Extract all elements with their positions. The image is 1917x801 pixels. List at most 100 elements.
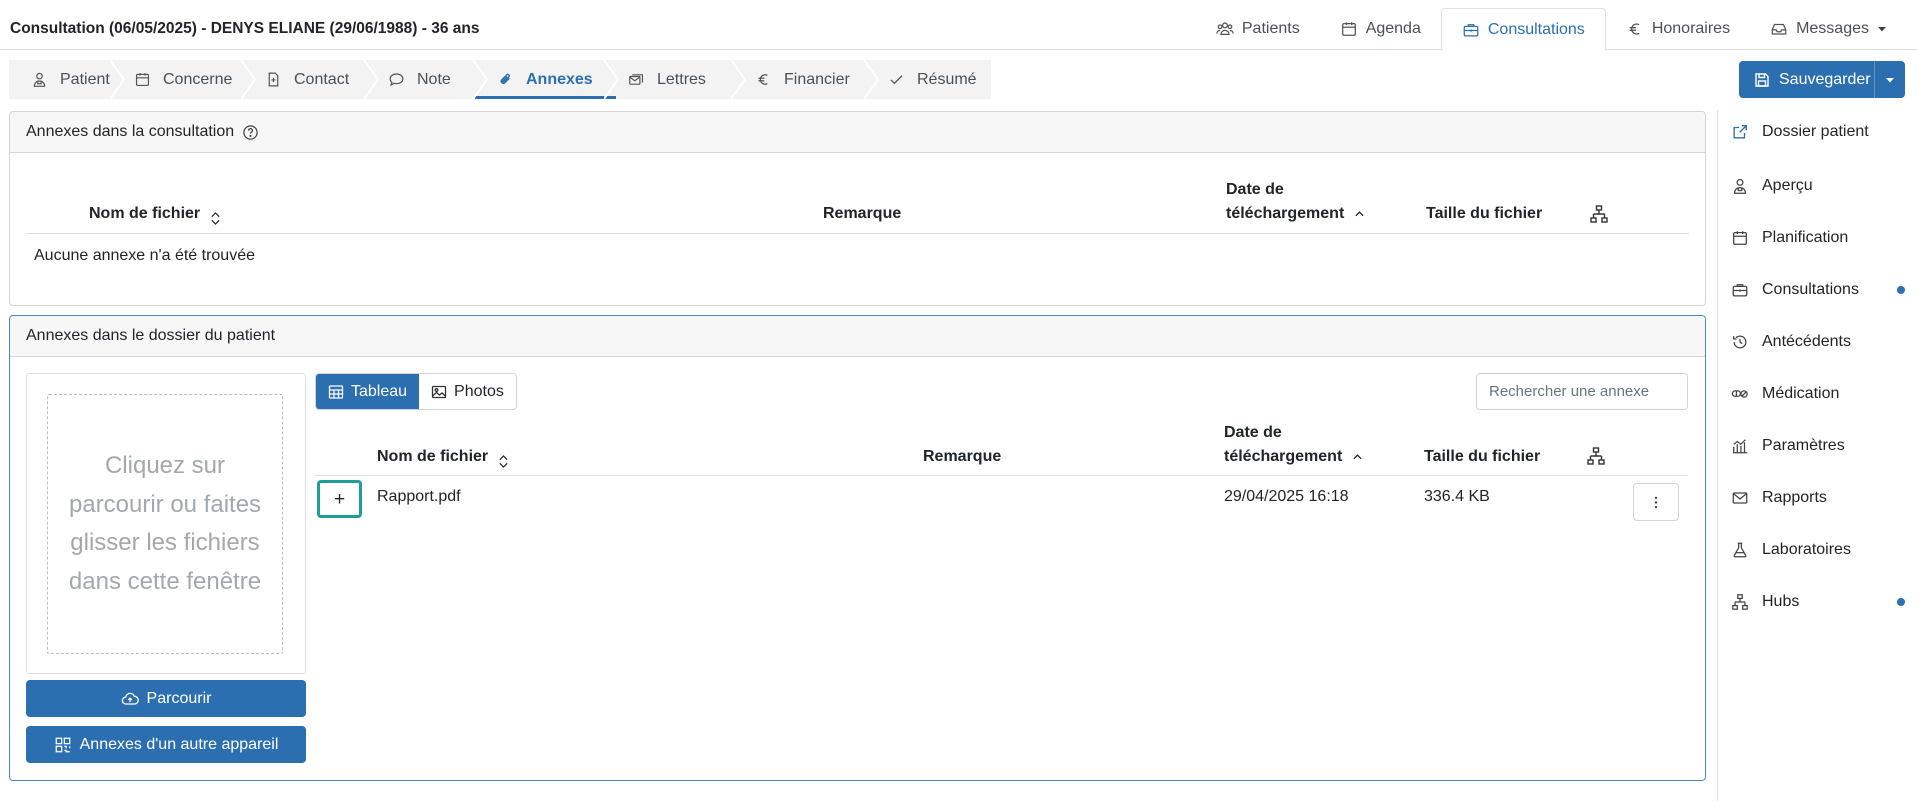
calendar-icon (1731, 229, 1749, 247)
save-main-button[interactable]: Sauvegarder (1739, 61, 1874, 98)
view-table-button[interactable]: Tableau (316, 374, 420, 409)
save-button[interactable]: Sauvegarder (1739, 61, 1905, 98)
speech-bubble-icon (388, 71, 405, 88)
briefcase-icon (1462, 21, 1480, 39)
help-icon[interactable] (242, 124, 259, 141)
sidebar-label: Médication (1762, 385, 1840, 402)
table-divider (26, 233, 1689, 234)
search-annex-input[interactable] (1476, 373, 1688, 410)
calendar-icon (1340, 20, 1358, 38)
step-resume[interactable]: Résumé (866, 60, 991, 99)
step-label: Note (417, 70, 451, 88)
check-icon (888, 71, 905, 88)
view-table-label: Tableau (351, 382, 408, 400)
kebab-menu-icon (1654, 496, 1658, 509)
step-contact[interactable]: Contact (243, 60, 380, 99)
flask-icon (1731, 541, 1749, 559)
column-settings-icon[interactable] (1589, 204, 1609, 224)
save-dropdown-toggle[interactable] (1874, 61, 1905, 98)
column-label-line1: Date de (1224, 424, 1282, 441)
column-settings-icon[interactable] (1586, 446, 1606, 466)
topnav-agenda[interactable]: Agenda (1320, 8, 1441, 50)
sidebar-item-antecedents[interactable]: Antécédents (1731, 333, 1851, 351)
column-header-filename[interactable]: Nom de fichier (377, 445, 509, 469)
column-header-size[interactable]: Taille du fichier (1426, 202, 1542, 226)
row-actions-button[interactable] (1633, 483, 1679, 521)
step-annexes[interactable]: Annexes (475, 60, 620, 99)
step-patient[interactable]: Patient (9, 60, 126, 99)
step-label: Résumé (917, 70, 977, 88)
step-note[interactable]: Note (366, 60, 489, 99)
right-sidebar (1717, 110, 1917, 801)
sidebar-label: Aperçu (1762, 177, 1813, 194)
euro-icon (1626, 20, 1644, 38)
save-label: Sauvegarder (1779, 70, 1871, 88)
topnav-messages[interactable]: Messages (1750, 8, 1907, 50)
sort-icon (210, 211, 221, 226)
calendar-icon (134, 71, 151, 88)
top-nav: Patients Agenda Consultations Honoraires… (1196, 8, 1907, 51)
column-label-line2: téléchargement (1224, 448, 1343, 465)
sidebar-item-planification[interactable]: Planification (1731, 229, 1848, 247)
step-label: Contact (294, 70, 350, 88)
sidebar-item-hubs[interactable]: Hubs (1731, 593, 1799, 611)
save-icon (1754, 72, 1770, 88)
column-header-filename[interactable]: Nom de fichier (89, 202, 221, 226)
topnav-patients[interactable]: Patients (1196, 8, 1320, 50)
notification-dot (1897, 286, 1905, 294)
file-dropzone[interactable]: Cliquez sur parcourir ou faites glisser … (47, 394, 283, 654)
column-header-date[interactable]: Date de téléchargement (1226, 178, 1365, 226)
external-link-icon (1731, 123, 1749, 141)
column-header-date[interactable]: Date de téléchargement (1224, 421, 1363, 469)
column-label-line1: Date de (1226, 181, 1284, 198)
sidebar-item-laboratoires[interactable]: Laboratoires (1731, 541, 1851, 559)
sidebar-item-medication[interactable]: Médication (1731, 385, 1839, 403)
page-title: Consultation (06/05/2025) - DENYS ELIANE… (10, 20, 480, 37)
sidebar-label: Paramètres (1762, 437, 1845, 454)
sidebar-label: Planification (1762, 229, 1849, 246)
panel-title: Annexes dans la consultation (26, 123, 235, 140)
topnav-consultations[interactable]: Consultations (1440, 8, 1606, 51)
row-filename[interactable]: Rapport.pdf (377, 488, 461, 506)
table-icon (328, 384, 344, 400)
other-device-button[interactable]: Annexes d'un autre appareil (26, 726, 306, 763)
topnav-label: Patients (1241, 20, 1300, 37)
sidebar-item-apercu[interactable]: Aperçu (1731, 177, 1813, 195)
plus-icon: + (333, 488, 346, 510)
step-lettres[interactable]: Lettres (606, 60, 747, 99)
step-concerne[interactable]: Concerne (112, 60, 257, 99)
chevron-separator (364, 60, 380, 99)
view-photos-button[interactable]: Photos (419, 374, 516, 409)
sidebar-label: Antécédents (1762, 333, 1851, 350)
expand-row-button[interactable]: + (317, 480, 362, 518)
chevron-separator (473, 60, 489, 99)
column-label: Remarque (923, 448, 1002, 465)
step-financier[interactable]: Financier (733, 60, 880, 99)
topnav-label: Honoraires (1651, 20, 1731, 37)
sidebar-item-rapports[interactable]: Rapports (1731, 489, 1827, 507)
view-photos-label: Photos (454, 382, 504, 400)
chevron-separator (110, 60, 126, 99)
panel-title: Annexes dans le dossier du patient (26, 327, 276, 344)
column-label: Remarque (823, 205, 902, 222)
notification-dot (1897, 598, 1905, 606)
sidebar-item-consultations[interactable]: Consultations (1731, 281, 1859, 299)
browse-button[interactable]: Parcourir (26, 680, 306, 717)
topnav-label: Messages (1796, 20, 1869, 37)
step-label: Financier (784, 70, 850, 88)
chart-bars-icon (1731, 437, 1749, 455)
topnav-label: Agenda (1365, 20, 1421, 37)
column-header-remark[interactable]: Remarque (923, 445, 1001, 469)
step-label: Lettres (657, 70, 706, 88)
user-doctor-icon (1731, 177, 1749, 195)
sidebar-item-parametres[interactable]: Paramètres (1731, 437, 1845, 455)
dropzone-text: Cliquez sur parcourir ou faites glisser … (68, 452, 262, 595)
sidebar-item-dossier-patient[interactable]: Dossier patient (1731, 123, 1869, 141)
panel-header: Annexes dans la consultation (10, 112, 1705, 153)
column-header-remark[interactable]: Remarque (823, 202, 901, 226)
column-header-size[interactable]: Taille du fichier (1424, 445, 1540, 469)
sidebar-label: Laboratoires (1762, 541, 1851, 558)
image-icon (431, 384, 447, 400)
topnav-honoraires[interactable]: Honoraires (1606, 8, 1750, 50)
upload-card: Cliquez sur parcourir ou faites glisser … (26, 373, 306, 674)
